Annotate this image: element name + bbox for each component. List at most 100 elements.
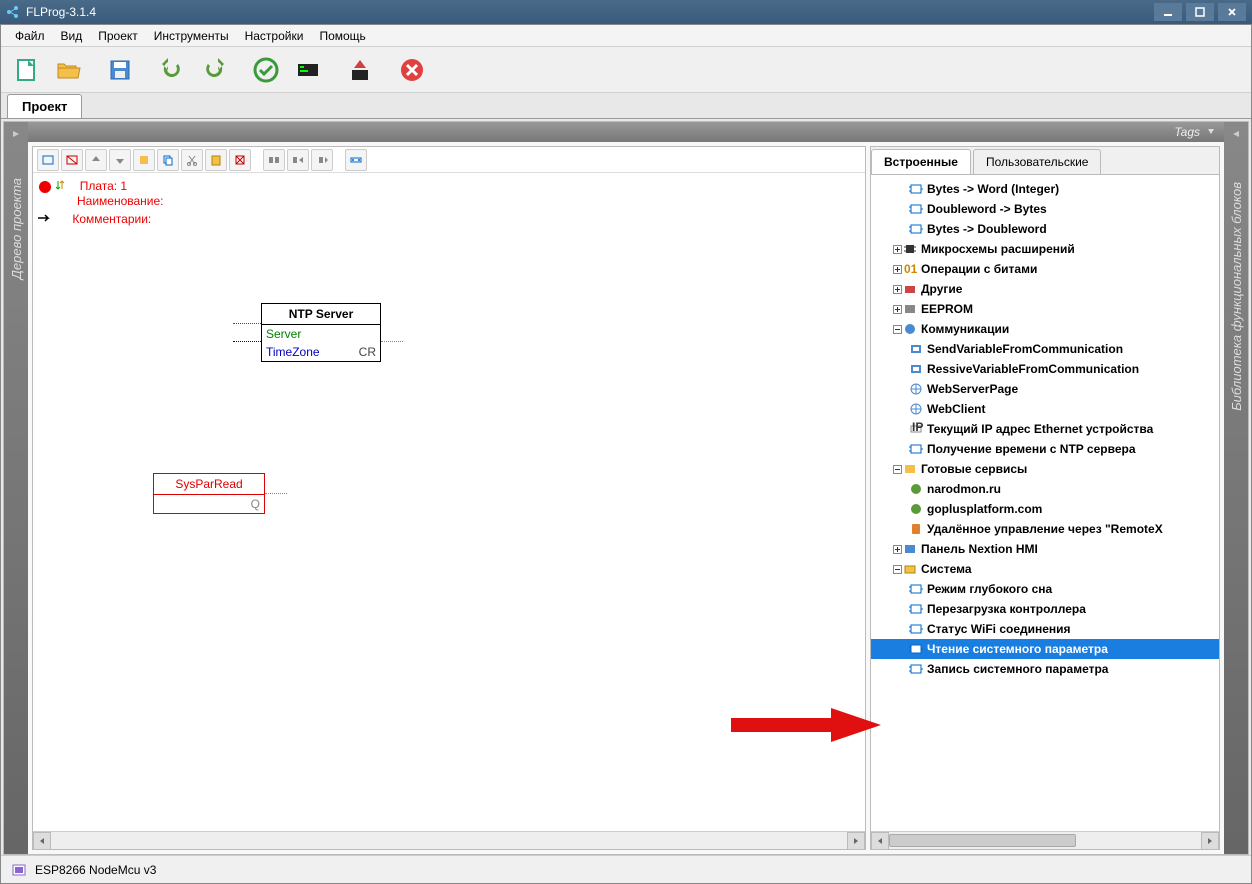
tree-item-19[interactable]: Система: [871, 559, 1219, 579]
minimize-button[interactable]: [1154, 3, 1182, 21]
tree-item-22[interactable]: Статус WiFi соединения: [871, 619, 1219, 639]
tab-builtin[interactable]: Встроенные: [871, 149, 971, 174]
menu-project[interactable]: Проект: [90, 26, 146, 46]
expand-left-icon[interactable]: [11, 128, 21, 138]
maximize-button[interactable]: [1186, 3, 1214, 21]
tree-item-label: Операции с битами: [921, 262, 1037, 276]
svg-text:01: 01: [904, 262, 917, 276]
tree-item-label: Текущий IP адрес Ethernet устройства: [927, 422, 1153, 436]
library-hscroll[interactable]: [871, 831, 1219, 849]
canvas-btn-10[interactable]: [263, 149, 285, 171]
tree-item-15[interactable]: narodmon.ru: [871, 479, 1219, 499]
tree-item-1[interactable]: Doubleword -> Bytes: [871, 199, 1219, 219]
verify-button[interactable]: [247, 51, 285, 89]
canvas-hscroll[interactable]: [33, 831, 865, 849]
board-name: Наименование:: [77, 194, 164, 208]
tree-item-23[interactable]: Чтение системного параметра: [871, 639, 1219, 659]
tree-item-7[interactable]: Коммуникации: [871, 319, 1219, 339]
tree-item-17[interactable]: Удалённое управление через "RemoteX: [871, 519, 1219, 539]
hscroll-right-icon[interactable]: [847, 832, 865, 850]
canvas-btn-down[interactable]: [109, 149, 131, 171]
tree-item-3[interactable]: Микросхемы расширений: [871, 239, 1219, 259]
new-button[interactable]: [7, 51, 45, 89]
ntp-server-block[interactable]: NTP Server Server TimeZoneCR: [261, 303, 381, 362]
io-arrows-icon: [56, 179, 72, 194]
block-icon: [909, 602, 923, 616]
board-status-dot-icon: [39, 181, 51, 193]
tree-item-14[interactable]: Готовые сервисы: [871, 459, 1219, 479]
tree-item-24[interactable]: Запись системного параметра: [871, 659, 1219, 679]
tree-item-13[interactable]: Получение времени с NTP сервера: [871, 439, 1219, 459]
canvas-btn-copy[interactable]: [157, 149, 179, 171]
tree-item-18[interactable]: Панель Nextion HMI: [871, 539, 1219, 559]
compile-button[interactable]: [289, 51, 327, 89]
canvas-btn-up[interactable]: [85, 149, 107, 171]
block-library-collapsed-panel[interactable]: Библиотека функциональных блоков: [1224, 122, 1248, 854]
tree-item-label: Коммуникации: [921, 322, 1009, 336]
status-text: ESP8266 NodeMcu v3: [35, 863, 156, 877]
canvas-btn-11[interactable]: [287, 149, 309, 171]
expand-right-icon[interactable]: [1231, 128, 1241, 142]
ntp-cr-pin: CR: [359, 345, 376, 359]
canvas-btn-2[interactable]: [61, 149, 83, 171]
save-button[interactable]: [101, 51, 139, 89]
tree-item-8[interactable]: SendVariableFromCommunication: [871, 339, 1219, 359]
block-icon: [909, 662, 923, 676]
svc-icon: [903, 462, 917, 476]
block-icon: [909, 622, 923, 636]
tree-item-2[interactable]: Bytes -> Doubleword: [871, 219, 1219, 239]
canvas-btn-12[interactable]: [311, 149, 333, 171]
menu-help[interactable]: Помощь: [311, 26, 373, 46]
menu-file[interactable]: Файл: [7, 26, 53, 46]
sysparread-block[interactable]: SysParRead Q: [153, 473, 265, 514]
tree-item-9[interactable]: RessiveVariableFromCommunication: [871, 359, 1219, 379]
ntp-title: NTP Server: [262, 304, 380, 325]
hscroll-left-icon[interactable]: [33, 832, 51, 850]
canvas-btn-5[interactable]: [133, 149, 155, 171]
tree-item-label: Получение времени с NTP сервера: [927, 442, 1136, 456]
lib-hscroll-right-icon[interactable]: [1201, 832, 1219, 850]
tree-item-12[interactable]: IPТекущий IP адрес Ethernet устройства: [871, 419, 1219, 439]
tags-collapse-icon[interactable]: [1206, 125, 1216, 139]
tab-project[interactable]: Проект: [7, 94, 82, 118]
stop-button[interactable]: [393, 51, 431, 89]
tree-item-21[interactable]: Перезагрузка контроллера: [871, 599, 1219, 619]
diagram-canvas[interactable]: Плата: 1 Наименование: Комментарии: NTP …: [33, 173, 865, 831]
project-tree-collapsed-panel[interactable]: Дерево проекта: [4, 122, 28, 854]
close-button[interactable]: [1218, 3, 1246, 21]
tree-item-20[interactable]: Режим глубокого сна: [871, 579, 1219, 599]
tree-item-label: Удалённое управление через "RemoteX: [927, 522, 1163, 536]
tree-item-5[interactable]: Другие: [871, 279, 1219, 299]
upload-button[interactable]: [341, 51, 379, 89]
tree-item-11[interactable]: WebClient: [871, 399, 1219, 419]
menu-tools[interactable]: Инструменты: [146, 26, 237, 46]
canvas-btn-1[interactable]: [37, 149, 59, 171]
tree-item-0[interactable]: Bytes -> Word (Integer): [871, 179, 1219, 199]
tree-item-label: Система: [921, 562, 972, 576]
tree-item-6[interactable]: EEPROM: [871, 299, 1219, 319]
tree-item-4[interactable]: 01 Операции с битами: [871, 259, 1219, 279]
canvas-btn-delete[interactable]: [229, 149, 251, 171]
tags-strip[interactable]: Tags: [28, 122, 1224, 142]
app-icon: [6, 5, 20, 19]
library-tree[interactable]: Bytes -> Word (Integer)Doubleword -> Byt…: [871, 175, 1219, 831]
tabstrip: Проект: [1, 93, 1251, 119]
open-button[interactable]: [49, 51, 87, 89]
main-area: Дерево проекта Библиотека функциональных…: [3, 121, 1249, 855]
board-plata: Плата: 1: [80, 179, 127, 193]
tags-label: Tags: [1174, 125, 1200, 139]
canvas-btn-13[interactable]: [345, 149, 367, 171]
tree-item-16[interactable]: goplusplatform.com: [871, 499, 1219, 519]
canvas-btn-cut[interactable]: [181, 149, 203, 171]
tree-item-label: WebClient: [927, 402, 985, 416]
canvas-btn-paste[interactable]: [205, 149, 227, 171]
lib-hscroll-thumb[interactable]: [889, 834, 1076, 847]
menu-settings[interactable]: Настройки: [237, 26, 312, 46]
undo-button[interactable]: [153, 51, 191, 89]
lib-hscroll-left-icon[interactable]: [871, 832, 889, 850]
tab-user[interactable]: Пользовательские: [973, 149, 1102, 174]
menu-view[interactable]: Вид: [53, 26, 91, 46]
tree-item-10[interactable]: WebServerPage: [871, 379, 1219, 399]
redo-button[interactable]: [195, 51, 233, 89]
tree-item-label: goplusplatform.com: [927, 502, 1042, 516]
